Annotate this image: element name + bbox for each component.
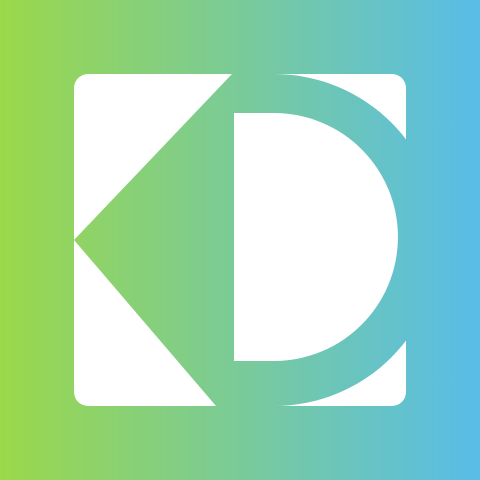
app-logo-icon: [0, 0, 480, 480]
app-icon: [0, 0, 480, 480]
